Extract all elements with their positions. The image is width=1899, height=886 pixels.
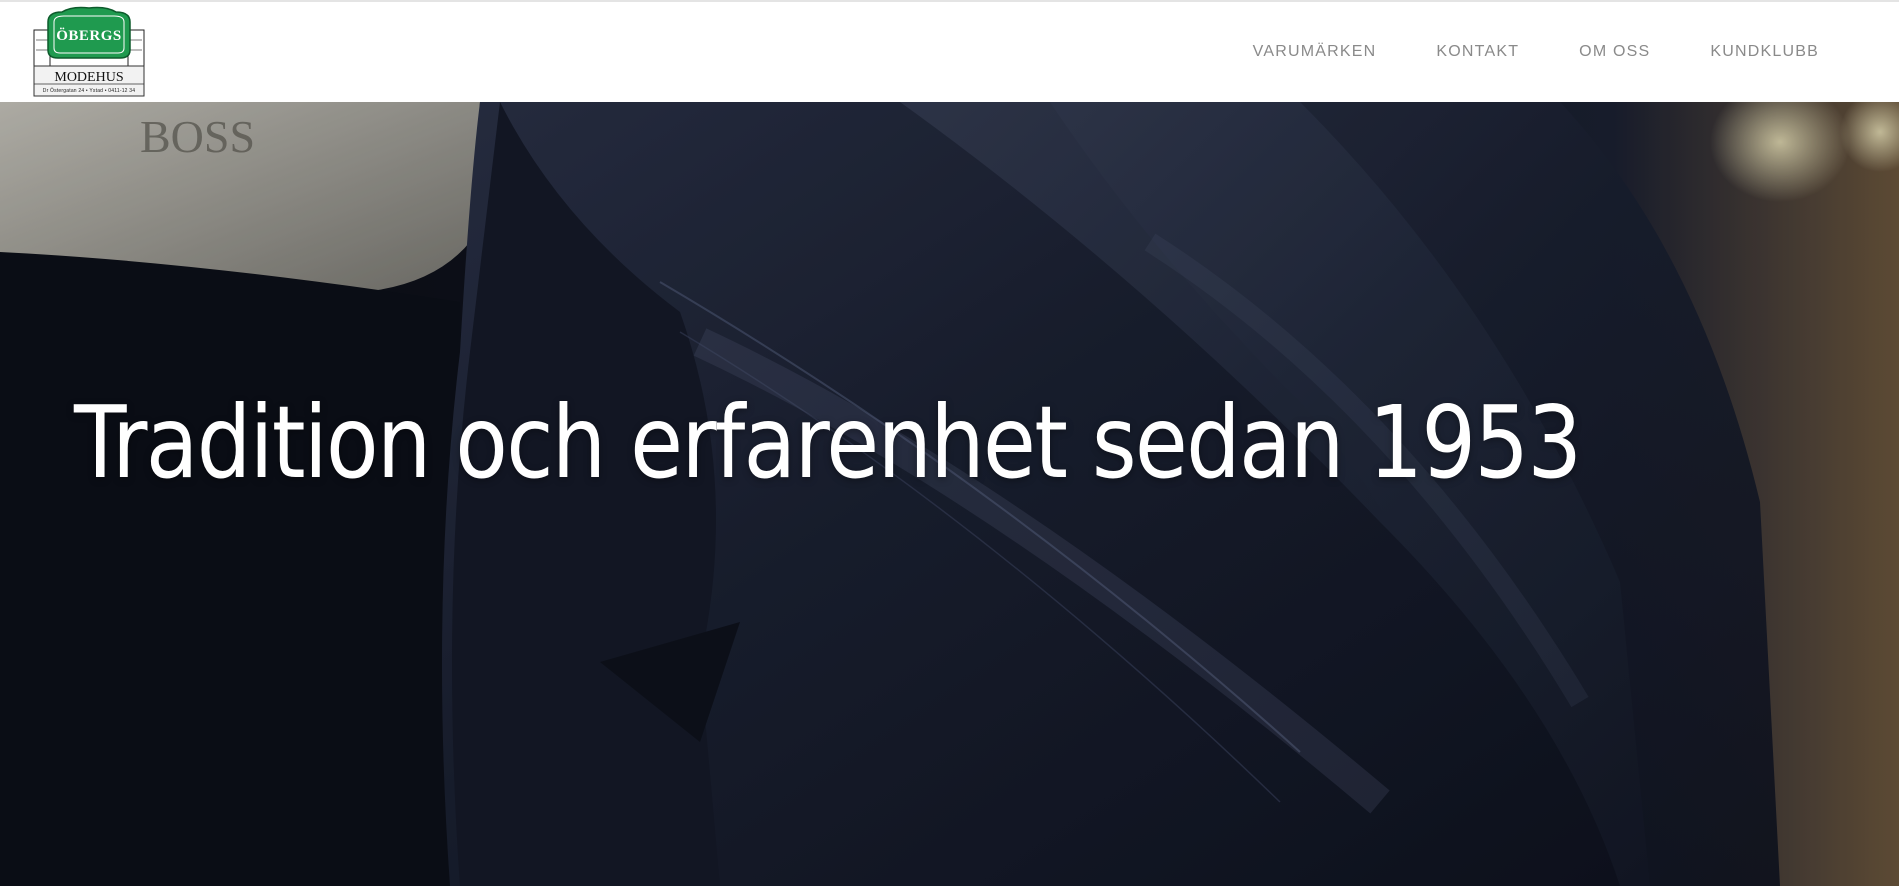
site-header: ÖBERGS MODEHUS Dr Östergatan 24 • Ystad … <box>0 2 1899 102</box>
hero-banner: BOSS Tradition och erfarenhet sedan 1953 <box>0 102 1899 886</box>
nav-item-kundklubb[interactable]: KUNDKLUBB <box>1710 43 1819 61</box>
main-navigation: VARUMÄRKEN KONTAKT OM OSS KUNDKLUBB <box>1253 2 1819 102</box>
nav-item-varumarken[interactable]: VARUMÄRKEN <box>1253 43 1377 61</box>
logo-address-text: Dr Östergatan 24 • Ystad • 0411-12 34 <box>42 88 136 94</box>
logo-store-text: MODEHUS <box>54 70 124 85</box>
logo-brand-text: ÖBERGS <box>56 28 122 44</box>
nav-item-kontakt[interactable]: KONTAKT <box>1436 43 1519 61</box>
site-logo[interactable]: ÖBERGS MODEHUS Dr Östergatan 24 • Ystad … <box>32 6 146 98</box>
nav-item-om-oss[interactable]: OM OSS <box>1579 43 1650 61</box>
hero-title: Tradition och erfarenhet sedan 1953 <box>74 384 1582 501</box>
